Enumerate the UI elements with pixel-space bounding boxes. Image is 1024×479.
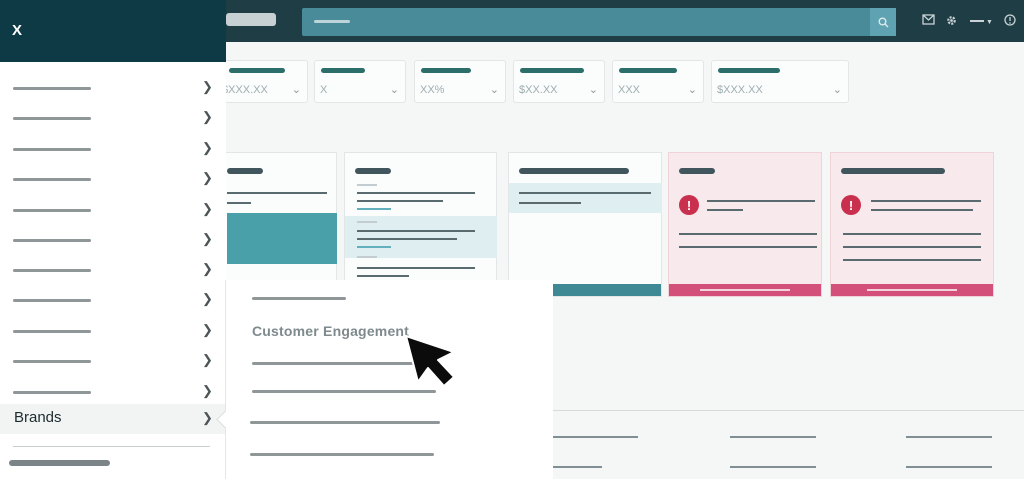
summary-card[interactable] <box>344 152 497 297</box>
filter-dropdown[interactable]: XXX ⌄ <box>612 60 704 103</box>
chevron-down-icon: ⌄ <box>588 84 598 96</box>
nav-item[interactable]: ❯ <box>0 195 226 225</box>
submenu-item[interactable] <box>252 362 414 365</box>
nav-item[interactable]: ❯ <box>0 285 226 315</box>
submenu-item[interactable] <box>252 390 436 393</box>
filter-dropdown[interactable]: X ⌄ <box>314 60 406 103</box>
nav-item[interactable]: ❯ <box>0 73 226 103</box>
chevron-down-icon: ⌄ <box>389 84 399 96</box>
chevron-right-icon: ❯ <box>202 201 213 216</box>
nav-item-brands[interactable]: Brands ❯ <box>0 404 226 434</box>
submenu-item-customer-engagement[interactable]: Customer Engagement <box>252 323 409 339</box>
chevron-right-icon: ❯ <box>202 140 213 155</box>
submenu-item[interactable] <box>250 453 434 456</box>
filter-dropdown[interactable]: $XXX.XX ⌄ <box>216 60 308 103</box>
nav-item[interactable]: ❯ <box>0 225 226 255</box>
filter-value: X <box>320 84 328 96</box>
close-x-icon[interactable]: X <box>12 22 22 39</box>
nav-item[interactable]: ❯ <box>0 316 226 346</box>
chevron-right-icon: ❯ <box>202 231 213 246</box>
chevron-right-icon: ❯ <box>202 410 213 425</box>
gear-icon[interactable] <box>945 14 958 30</box>
submenu-item[interactable] <box>252 297 346 300</box>
filter-value: $XXX.XX <box>717 84 763 96</box>
nav-item[interactable]: ❯ <box>0 134 226 164</box>
filter-dropdown[interactable]: XX% ⌄ <box>414 60 506 103</box>
chevron-right-icon: ❯ <box>202 352 213 367</box>
nav-footer-item[interactable] <box>9 460 110 466</box>
nav-item[interactable]: ❯ <box>0 103 226 133</box>
chevron-right-icon: ❯ <box>202 383 213 398</box>
search-input[interactable] <box>302 8 896 36</box>
nav-item[interactable]: ❯ <box>0 377 226 407</box>
filter-value: XXX <box>618 84 641 96</box>
chevron-right-icon: ❯ <box>202 322 213 337</box>
nav-item[interactable]: ❯ <box>0 346 226 376</box>
alert-card[interactable]: ! <box>830 152 994 297</box>
alert-icon: ! <box>679 195 699 215</box>
alert-card[interactable]: ! <box>668 152 822 297</box>
nav-item-label: Brands <box>14 409 62 426</box>
filter-dropdown[interactable]: $XX.XX ⌄ <box>513 60 605 103</box>
summary-card[interactable] <box>508 152 662 297</box>
submenu-item[interactable] <box>250 421 440 424</box>
chevron-right-icon: ❯ <box>202 291 213 306</box>
mail-icon[interactable] <box>922 14 935 28</box>
chevron-down-icon: ⌄ <box>687 84 697 96</box>
nav-divider <box>13 446 210 447</box>
chevron-right-icon: ❯ <box>202 109 213 124</box>
help-icon[interactable] <box>1004 14 1016 29</box>
account-menu[interactable] <box>970 20 984 22</box>
nav-item[interactable]: ❯ <box>0 164 226 194</box>
chevron-down-icon: ⌄ <box>291 84 301 96</box>
filter-value: $XX.XX <box>519 84 558 96</box>
search-placeholder <box>314 20 350 23</box>
chevron-down-icon[interactable]: ▼ <box>986 16 993 30</box>
alert-icon: ! <box>841 195 861 215</box>
filter-value: XX% <box>420 84 445 96</box>
chevron-down-icon: ⌄ <box>489 84 499 96</box>
filter-value: $XXX.XX <box>222 84 268 96</box>
nav-item[interactable]: ❯ <box>0 255 226 285</box>
chevron-right-icon: ❯ <box>202 261 213 276</box>
nav-header: X <box>0 0 226 62</box>
chevron-right-icon: ❯ <box>202 170 213 185</box>
section-divider <box>552 410 1024 411</box>
side-navigation: X ❯ ❯ ❯ ❯ ❯ ❯ ❯ ❯ ❯ ❯ ❯ Brands ❯ <box>0 0 226 479</box>
brands-submenu: Customer Engagement <box>216 280 553 479</box>
search-icon[interactable] <box>870 8 896 36</box>
filter-dropdown[interactable]: $XXX.XX ⌄ <box>711 60 849 103</box>
chevron-down-icon: ⌄ <box>832 84 842 96</box>
chevron-right-icon: ❯ <box>202 79 213 94</box>
app-logo[interactable] <box>226 13 276 26</box>
